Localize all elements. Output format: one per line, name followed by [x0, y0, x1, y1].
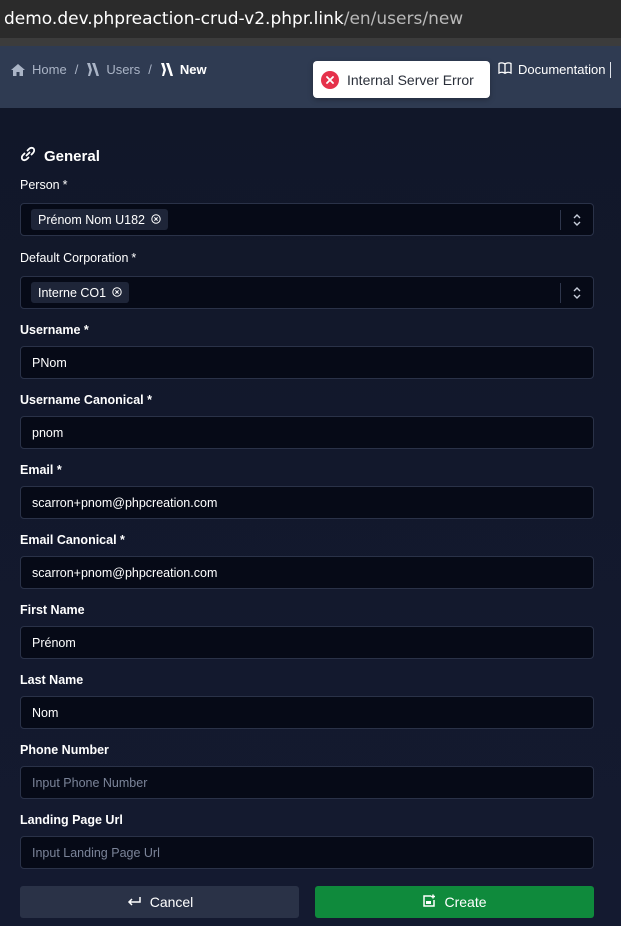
home-icon [10, 63, 26, 77]
person-chip: Prénom Nom U182 [31, 209, 168, 230]
remove-chip-icon[interactable] [151, 213, 161, 227]
breadcrumb-new-label: New [179, 62, 207, 77]
default-corporation-chip-label: Interne CO1 [38, 285, 107, 300]
cancel-button-label: Cancel [149, 894, 194, 910]
default-corporation-label: Default Corporation * [20, 251, 136, 265]
breadcrumb-separator: / [148, 62, 152, 77]
documentation-label: Documentation [518, 62, 606, 77]
breadcrumb-home[interactable]: Home [10, 62, 67, 77]
person-chip-label: Prénom Nom U182 [38, 212, 145, 227]
phone-number-label: Phone Number [20, 743, 109, 757]
email-canonical-label: Email Canonical * [20, 533, 125, 547]
required-mark: * [62, 178, 68, 192]
address-bar[interactable]: demo.dev.phpreaction-crud-v2.phpr.link/e… [0, 0, 621, 38]
remove-chip-icon[interactable] [112, 286, 122, 300]
book-icon [498, 62, 512, 77]
error-toast-message: Internal Server Error [347, 71, 474, 88]
breadcrumb-new: New [160, 62, 207, 77]
landing-page-url-label: Landing Page Url [20, 813, 123, 827]
last-name-input[interactable]: Nom [20, 696, 594, 729]
email-input[interactable]: scarron+pnom@phpcreation.com [20, 486, 594, 519]
cancel-button[interactable]: Cancel [20, 886, 299, 918]
person-select[interactable]: Prénom Nom U182 [20, 203, 594, 236]
chevron-up-down-icon[interactable] [572, 213, 582, 232]
username-canonical-label: Username Canonical * [20, 393, 152, 407]
chevron-up-down-icon[interactable] [572, 286, 582, 305]
header-divider [610, 62, 611, 78]
default-corporation-chip: Interne CO1 [31, 282, 130, 303]
first-name-label: First Name [20, 603, 85, 617]
breadcrumb-home-label: Home [32, 62, 67, 77]
documentation-link[interactable]: Documentation [498, 62, 611, 78]
username-canonical-input[interactable]: pnom [20, 416, 594, 449]
breadcrumb-separator: / [74, 62, 79, 77]
top-bar: Home / Users / New Documentation [0, 46, 621, 108]
url-path: /en/users/new [343, 9, 464, 29]
users-icon [86, 62, 100, 77]
error-icon [321, 70, 339, 89]
error-toast[interactable]: Internal Server Error [313, 61, 490, 98]
default-corporation-select[interactable]: Interne CO1 [20, 276, 594, 309]
required-mark: * [131, 251, 137, 265]
add-document-icon [422, 894, 436, 911]
landing-page-url-input[interactable]: Input Landing Page Url [20, 836, 594, 869]
username-input[interactable]: PNom [20, 346, 594, 379]
browser-toolbar-strip [0, 38, 621, 46]
breadcrumb: Home / Users / New [10, 62, 207, 77]
create-button[interactable]: Create [315, 886, 594, 918]
person-label-text: Person [20, 178, 60, 192]
section-title: General [20, 146, 100, 166]
first-name-input[interactable]: Prénom [20, 626, 594, 659]
section-title-label: General [44, 147, 100, 165]
back-arrow-icon [126, 894, 142, 910]
user-icon [160, 62, 174, 77]
username-label: Username * [20, 323, 89, 337]
select-divider [560, 283, 561, 303]
breadcrumb-users-label: Users [106, 62, 141, 77]
phone-number-input[interactable]: Input Phone Number [20, 766, 594, 799]
url-host: demo.dev.phpreaction-crud-v2.phpr.link [4, 9, 344, 29]
link-icon [20, 146, 36, 166]
email-label: Email * [20, 463, 62, 477]
person-label: Person * [20, 178, 67, 192]
email-canonical-input[interactable]: scarron+pnom@phpcreation.com [20, 556, 594, 589]
last-name-label: Last Name [20, 673, 84, 687]
select-divider [560, 210, 561, 230]
breadcrumb-users[interactable]: Users [86, 62, 140, 77]
default-corporation-label-text: Default Corporation [20, 251, 129, 265]
create-button-label: Create [444, 894, 487, 910]
